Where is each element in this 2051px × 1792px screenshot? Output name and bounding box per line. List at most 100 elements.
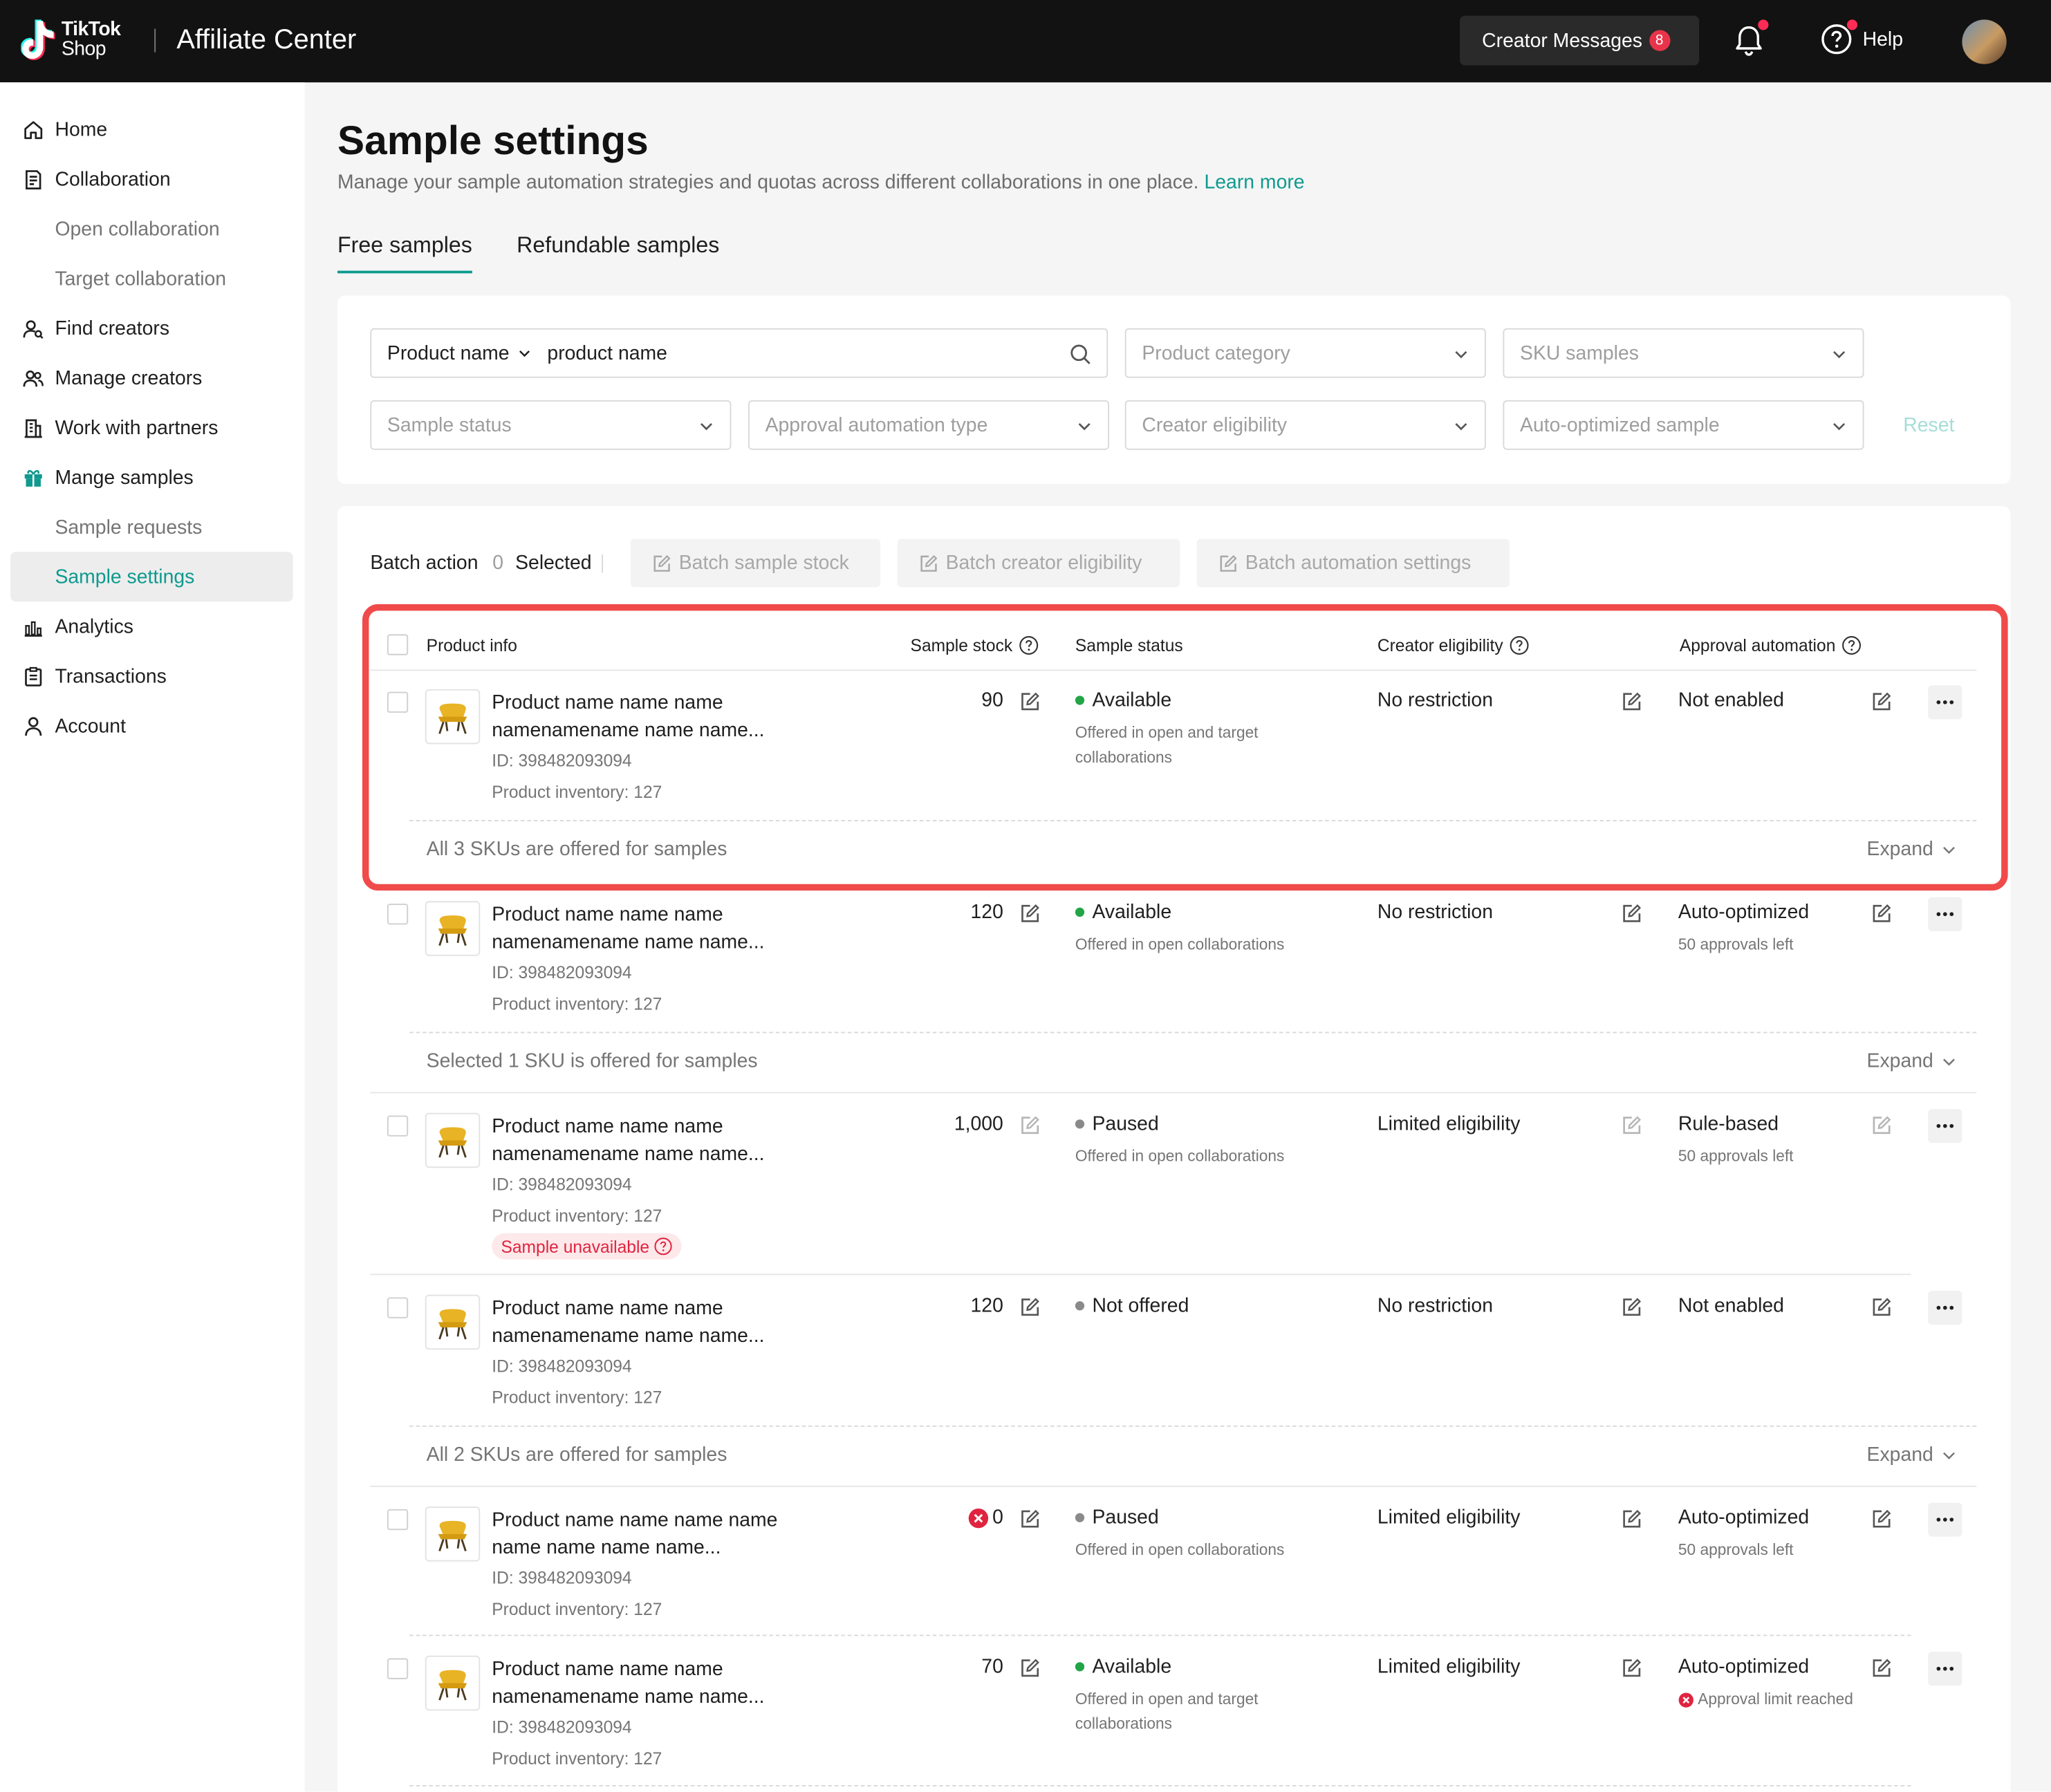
edit-stock-button[interactable] [1020, 692, 1039, 718]
row-checkbox[interactable] [387, 1658, 409, 1679]
edit-approval-button[interactable] [1872, 692, 1891, 718]
product-name[interactable]: Product name name name namenamename name… [492, 1295, 819, 1350]
edit-eligibility-button[interactable] [1622, 1509, 1642, 1536]
sample-status-detail: Offered in open collaborations [1075, 1540, 1285, 1559]
auto-optimized-select[interactable]: Auto-optimized sample [1503, 400, 1864, 450]
chevron-down-icon [1078, 422, 1091, 431]
edit-approval-button[interactable] [1872, 1509, 1891, 1536]
expand-button[interactable]: Expand [1867, 1444, 1957, 1466]
edit-eligibility-button[interactable] [1622, 904, 1642, 930]
sidebar-item-target-collaboration[interactable]: Target collaboration [10, 254, 293, 304]
row-checkbox[interactable] [387, 1509, 409, 1531]
edit-stock-button[interactable] [1020, 1659, 1039, 1685]
batch-automation-settings-button[interactable]: Batch automation settings [1196, 539, 1510, 588]
creator-eligibility-value: No restriction [1377, 689, 1493, 712]
edit-eligibility-button[interactable] [1622, 1297, 1642, 1323]
notifications-button[interactable] [1733, 19, 1769, 57]
search-field-type-select[interactable]: Product name [387, 342, 510, 364]
expand-label: Expand [1866, 1049, 1933, 1073]
reset-button[interactable]: Reset [1903, 415, 1954, 437]
edit-stock-button[interactable] [1020, 904, 1039, 930]
row-checkbox[interactable] [387, 904, 409, 925]
more-actions-button[interactable] [1928, 897, 1962, 931]
product-name[interactable]: Product name name name namenamename name… [492, 1113, 819, 1168]
product-inventory: Product inventory: 127 [492, 1748, 662, 1768]
creator-messages-button[interactable]: Creator Messages 8 [1460, 15, 1700, 66]
edit-approval-button[interactable] [1872, 1297, 1891, 1323]
sidebar-item-label: Manage creators [55, 366, 203, 389]
search-input[interactable]: product name [547, 342, 667, 364]
batch-creator-eligibility-button[interactable]: Batch creator eligibility [897, 539, 1180, 588]
edit-icon [1021, 1116, 1039, 1135]
tiktok-shop-logo[interactable]: TikTok Shop [21, 18, 121, 61]
status-dot [1075, 907, 1085, 917]
row-checkbox[interactable] [387, 691, 409, 713]
sample-status-select[interactable]: Sample status [370, 400, 732, 450]
sidebar-item-analytics[interactable]: Analytics [10, 601, 293, 651]
sidebar-item-work-with-partners[interactable]: Work with partners [10, 403, 293, 453]
more-actions-button[interactable] [1928, 1502, 1962, 1537]
sidebar-item-open-collaboration[interactable]: Open collaboration [10, 204, 293, 254]
search-icon[interactable] [1068, 343, 1092, 366]
more-actions-button[interactable] [1928, 1652, 1962, 1686]
edit-approval-button[interactable] [1872, 1116, 1891, 1142]
batch-sample-stock-button[interactable]: Batch sample stock [630, 539, 881, 588]
tab-refundable-samples[interactable]: Refundable samples [517, 233, 719, 274]
sidebar-item-manage-creators[interactable]: Manage creators [10, 353, 293, 403]
notification-dot [1758, 19, 1769, 30]
chair-thumbnail-icon [438, 1670, 467, 1701]
sidebar-item-home[interactable]: Home [10, 104, 293, 154]
question-circle-icon[interactable] [1510, 635, 1529, 655]
chevron-down-icon [1833, 422, 1846, 431]
question-circle-icon[interactable] [1842, 635, 1862, 655]
sidebar-item-find-creators[interactable]: Find creators [10, 304, 293, 353]
product-category-select[interactable]: Product category [1124, 328, 1486, 378]
product-name[interactable]: Product name name name namenamename name… [492, 901, 819, 955]
edit-approval-button[interactable] [1872, 904, 1891, 930]
edit-stock-button[interactable] [1020, 1509, 1039, 1536]
more-icon [1936, 912, 1954, 917]
sidebar-item-account[interactable]: Account [10, 701, 293, 751]
edit-eligibility-button[interactable] [1622, 692, 1642, 718]
question-circle-icon[interactable] [655, 1237, 673, 1256]
expand-button[interactable]: Expand [1867, 839, 1957, 861]
more-icon [1936, 1305, 1954, 1310]
edit-stock-button[interactable] [1020, 1116, 1039, 1142]
row-checkbox[interactable] [387, 1297, 409, 1318]
row-checkbox[interactable] [387, 1115, 409, 1137]
page-description-text: Manage your sample automation strategies… [337, 171, 1199, 194]
product-name[interactable]: Product name name name namenamename name… [492, 1656, 819, 1710]
product-search: Product name product name [370, 328, 1108, 378]
approval-automation-value: Not enabled [1678, 1294, 1784, 1317]
sidebar-item-manage-samples[interactable]: Mange samples [10, 452, 293, 502]
question-circle-icon[interactable] [1019, 635, 1039, 655]
edit-approval-button[interactable] [1872, 1659, 1891, 1685]
more-actions-button[interactable] [1928, 685, 1962, 720]
tab-free-samples[interactable]: Free samples [337, 233, 472, 274]
more-actions-button[interactable] [1928, 1109, 1962, 1144]
edit-eligibility-button[interactable] [1622, 1659, 1642, 1685]
sidebar-item-sample-settings[interactable]: Sample settings [10, 552, 293, 602]
expand-button[interactable]: Expand [1867, 1050, 1957, 1072]
table-row: Product name name name namenamename name… [370, 1276, 1977, 1488]
batch-automation-settings-label: Batch automation settings [1245, 552, 1472, 575]
product-id: ID: 398482093094 [492, 1717, 632, 1737]
edit-stock-button[interactable] [1020, 1297, 1039, 1323]
edit-eligibility-button[interactable] [1622, 1116, 1642, 1142]
approval-type-select[interactable]: Approval automation type [748, 400, 1110, 450]
creator-eligibility-value: Limited eligibility [1377, 1112, 1521, 1135]
status-dot [1075, 696, 1085, 705]
select-all-checkbox[interactable] [387, 634, 409, 655]
sku-samples-select[interactable]: SKU samples [1503, 328, 1864, 378]
more-actions-button[interactable] [1928, 1291, 1962, 1325]
product-name[interactable]: Product name name name namenamename name… [492, 689, 819, 744]
help-button[interactable]: Help [1821, 19, 1903, 55]
sidebar-item-transactions[interactable]: Transactions [10, 651, 293, 701]
sidebar-item-sample-requests[interactable]: Sample requests [10, 502, 293, 552]
creator-eligibility-select[interactable]: Creator eligibility [1124, 400, 1486, 450]
product-name[interactable]: Product name name name name name name na… [492, 1506, 819, 1561]
avatar[interactable] [1962, 19, 2007, 64]
more-icon [1936, 700, 1954, 704]
sidebar-item-collaboration[interactable]: Collaboration [10, 154, 293, 204]
learn-more-link[interactable]: Learn more [1204, 171, 1304, 194]
